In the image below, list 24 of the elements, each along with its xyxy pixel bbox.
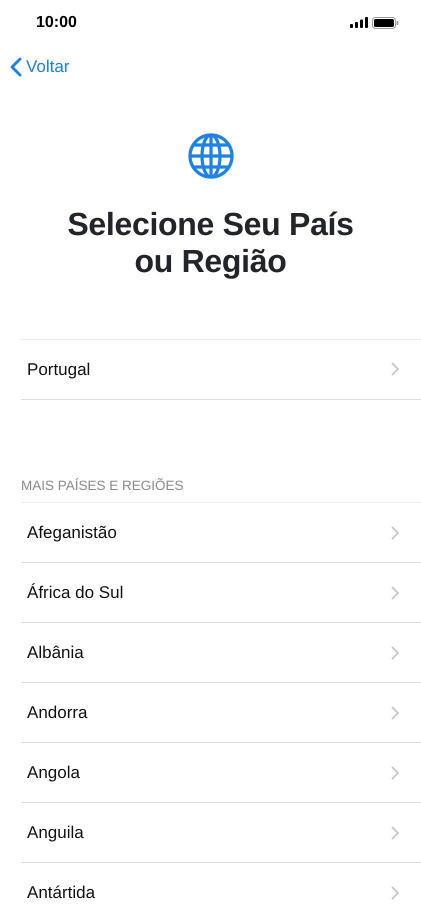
status-time: 10:00 bbox=[36, 12, 77, 32]
list-item[interactable]: Angola bbox=[21, 743, 421, 804]
battery-icon bbox=[372, 16, 399, 28]
list-item[interactable]: Antártida bbox=[21, 863, 421, 912]
chevron-icon bbox=[391, 362, 399, 376]
globe-icon bbox=[188, 133, 234, 179]
chevron-icon bbox=[391, 646, 399, 660]
list-item[interactable]: África do Sul bbox=[21, 563, 421, 624]
chevron-icon bbox=[391, 826, 399, 840]
list-item[interactable]: Albânia bbox=[21, 623, 421, 684]
back-icon bbox=[10, 57, 22, 77]
chevron-icon bbox=[391, 886, 399, 900]
list-item[interactable]: Afeganistão bbox=[21, 503, 421, 564]
list-item[interactable]: Anguila bbox=[21, 803, 421, 864]
list-item[interactable]: Portugal bbox=[21, 340, 421, 400]
section-header: MAIS PAÍSES E REGIÕES bbox=[21, 476, 185, 495]
chevron-icon bbox=[391, 706, 399, 720]
back-button[interactable]: Voltar bbox=[10, 54, 70, 80]
page-title: Selecione Seu País ou Região bbox=[66, 206, 355, 281]
signal-icon bbox=[350, 17, 368, 28]
list-item[interactable]: Andorra bbox=[21, 683, 421, 744]
chevron-icon bbox=[391, 766, 399, 780]
chevron-icon bbox=[391, 526, 399, 540]
chevron-icon bbox=[391, 586, 399, 600]
